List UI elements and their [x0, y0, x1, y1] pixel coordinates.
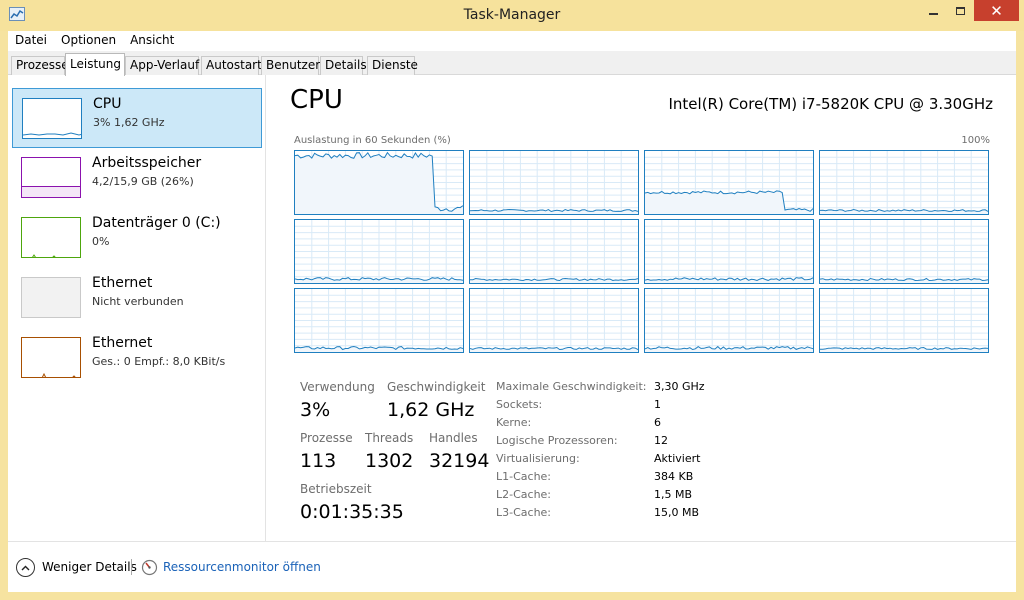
performance-view: CPU 3% 1,62 GHz Arbeitsspeicher 4,2/15,9…: [8, 75, 1016, 541]
usage-value: 3%: [300, 399, 331, 421]
uptime-label: Betriebszeit: [300, 482, 372, 496]
footer-bar: Weniger Details Ressourcenmonitor öffnen: [8, 541, 1016, 592]
tab-details[interactable]: Details: [320, 56, 367, 75]
client-area: Datei Optionen Ansicht Prozesse Leistung…: [8, 31, 1016, 592]
menu-datei[interactable]: Datei: [8, 31, 54, 51]
sidebar-item-title: Datenträger 0 (C:): [92, 215, 221, 231]
logical-processor-graph: [469, 150, 639, 215]
usage-label: Verwendung: [300, 380, 375, 394]
open-resource-monitor-link[interactable]: Ressourcenmonitor öffnen: [163, 560, 321, 574]
tab-dienste[interactable]: Dienste: [367, 56, 418, 75]
spec-label: Logische Prozessoren:: [496, 434, 618, 447]
spec-label: Virtualisierung:: [496, 452, 580, 465]
logical-processor-graph: [469, 288, 639, 353]
spec-label: L3-Cache:: [496, 506, 552, 519]
logical-processor-graph: [294, 150, 464, 215]
spec-value: 3,30 GHz: [654, 380, 705, 393]
speed-label: Geschwindigkeit: [387, 380, 486, 394]
minimize-button[interactable]: [920, 0, 947, 21]
page-title: CPU: [290, 85, 343, 115]
logical-processor-graph: [644, 150, 814, 215]
processes-value: 113: [300, 450, 337, 472]
spec-label: Sockets:: [496, 398, 543, 411]
spec-value: 1: [654, 398, 661, 411]
tab-prozesse[interactable]: Prozesse: [11, 56, 69, 75]
graph-max-label: 100%: [961, 135, 990, 146]
menu-bar: Datei Optionen Ansicht: [8, 31, 1016, 51]
logical-processor-graph: [294, 219, 464, 284]
logical-processor-graph: [469, 219, 639, 284]
spec-label: Kerne:: [496, 416, 532, 429]
tab-strip: Prozesse Leistung App-Verlauf Autostart …: [8, 51, 1016, 76]
memory-graph-thumbnail: [21, 157, 81, 198]
tab-benutzer[interactable]: Benutzer: [261, 56, 320, 75]
sidebar-item-memory[interactable]: Arbeitsspeicher 4,2/15,9 GB (26%): [12, 148, 262, 208]
sidebar-item-ethernet-1[interactable]: Ethernet Nicht verbunden: [12, 268, 262, 328]
sidebar-item-disk[interactable]: Datenträger 0 (C:) 0%: [12, 208, 262, 268]
close-icon: ✕: [990, 1, 1003, 20]
minimize-icon: [929, 12, 938, 15]
handles-value: 32194: [429, 450, 490, 472]
tab-app-verlauf[interactable]: App-Verlauf: [125, 56, 199, 75]
logical-processor-graphs: [294, 150, 990, 354]
sidebar-item-subtitle: Ges.: 0 Empf.: 8,0 KBit/s: [92, 355, 226, 368]
sidebar-item-subtitle: 0%: [92, 235, 110, 248]
menu-ansicht[interactable]: Ansicht: [123, 31, 181, 51]
footer-divider: [131, 559, 132, 575]
ethernet-graph-thumbnail: [21, 277, 81, 318]
sidebar-item-title: Ethernet: [92, 335, 153, 351]
sidebar-item-subtitle: Nicht verbunden: [92, 295, 184, 308]
memory-usage-fill: [22, 186, 80, 197]
logical-processor-graph: [644, 288, 814, 353]
task-manager-window: Task-Manager ✕ Datei Optionen Ansicht Pr…: [0, 0, 1024, 600]
spec-value: 12: [654, 434, 668, 447]
cpu-detail-panel: CPU Intel(R) Core(TM) i7-5820K CPU @ 3.3…: [290, 75, 1000, 541]
spec-value: Aktiviert: [654, 452, 701, 465]
ethernet-graph-thumbnail: [21, 337, 81, 378]
maximize-icon: [956, 6, 965, 15]
spec-label: L2-Cache:: [496, 488, 552, 501]
close-button[interactable]: ✕: [974, 0, 1019, 21]
logical-processor-graph: [819, 150, 989, 215]
sidebar-item-title: CPU: [93, 96, 122, 112]
logical-processor-graph: [819, 219, 989, 284]
handles-label: Handles: [429, 431, 478, 445]
maximize-button[interactable]: [947, 0, 974, 21]
sidebar-item-title: Arbeitsspeicher: [92, 155, 202, 171]
sidebar-item-ethernet-2[interactable]: Ethernet Ges.: 0 Empf.: 8,0 KBit/s: [12, 328, 262, 388]
sidebar-item-subtitle: 4,2/15,9 GB (26%): [92, 175, 194, 188]
resource-sidebar: CPU 3% 1,62 GHz Arbeitsspeicher 4,2/15,9…: [8, 75, 266, 541]
spec-label: Maximale Geschwindigkeit:: [496, 380, 647, 393]
spec-value: 1,5 MB: [654, 488, 693, 501]
graph-caption: Auslastung in 60 Sekunden (%): [294, 135, 451, 146]
logical-processor-graph: [819, 288, 989, 353]
cpu-model-name: Intel(R) Core(TM) i7-5820K CPU @ 3.30GHz: [668, 95, 993, 113]
cpu-graph-thumbnail: [22, 98, 82, 139]
spec-label: L1-Cache:: [496, 470, 552, 483]
uptime-value: 0:01:35:35: [300, 501, 404, 523]
sidebar-item-title: Ethernet: [92, 275, 153, 291]
disk-graph-thumbnail: [21, 217, 81, 258]
title-bar[interactable]: Task-Manager ✕: [0, 0, 1024, 31]
spec-value: 384 KB: [654, 470, 694, 483]
logical-processor-graph: [644, 219, 814, 284]
spec-value: 6: [654, 416, 661, 429]
sidebar-item-cpu[interactable]: CPU 3% 1,62 GHz: [12, 88, 262, 148]
menu-optionen[interactable]: Optionen: [54, 31, 123, 51]
fewer-details-button[interactable]: Weniger Details: [42, 560, 137, 574]
chevron-up-icon[interactable]: [16, 558, 35, 577]
window-title: Task-Manager: [463, 7, 561, 23]
processes-label: Prozesse: [300, 431, 353, 445]
tab-leistung[interactable]: Leistung: [65, 53, 125, 76]
spec-value: 15,0 MB: [654, 506, 700, 519]
threads-label: Threads: [365, 431, 414, 445]
speed-value: 1,62 GHz: [387, 399, 475, 421]
logical-processor-graph: [294, 288, 464, 353]
resource-monitor-icon[interactable]: [141, 559, 158, 576]
sidebar-item-subtitle: 3% 1,62 GHz: [93, 116, 165, 129]
tab-autostart[interactable]: Autostart: [201, 56, 262, 75]
threads-value: 1302: [365, 450, 414, 472]
